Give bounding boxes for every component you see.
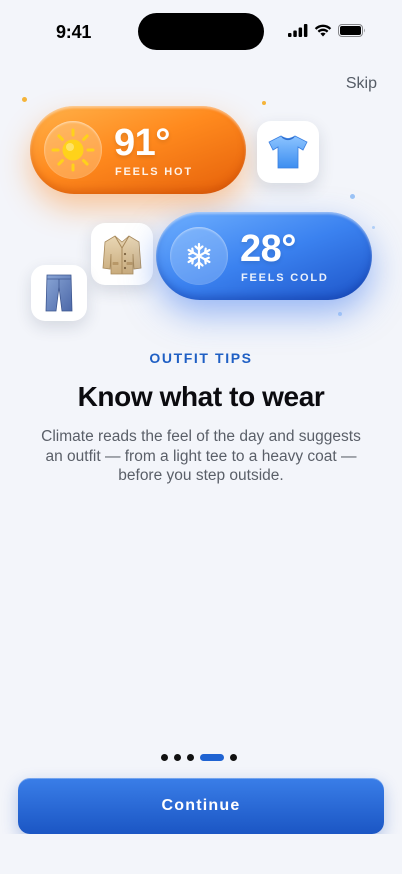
section-eyebrow: OUTFIT TIPS — [149, 350, 253, 366]
page-dot[interactable] — [161, 754, 168, 761]
page-dot[interactable] — [174, 754, 181, 761]
sparkle-decoration — [338, 312, 342, 316]
sparkle-decoration — [350, 194, 355, 199]
skip-button[interactable]: Skip — [346, 75, 377, 93]
dynamic-island — [138, 13, 264, 50]
cellular-signal-icon — [288, 24, 308, 37]
wifi-icon — [314, 24, 332, 37]
status-time: 9:41 — [56, 22, 92, 42]
snowflake-icon — [187, 242, 211, 270]
cold-temperature: 28° — [240, 228, 296, 270]
page-indicator — [161, 754, 237, 761]
sparkle-decoration — [22, 97, 27, 102]
cold-label: FEELS COLD — [241, 272, 329, 284]
t-shirt-icon — [268, 135, 308, 169]
feels-hot-card: 91° FEELS HOT — [30, 106, 246, 194]
coat-icon — [102, 235, 142, 275]
hot-temperature: 91° — [114, 122, 170, 164]
battery-icon — [338, 24, 365, 37]
page-dot[interactable] — [230, 754, 237, 761]
page-description: Climate reads the feel of the day and su… — [41, 428, 361, 484]
page-dot[interactable] — [187, 754, 194, 761]
sparkle-decoration — [262, 101, 266, 105]
sparkle-decoration — [372, 226, 375, 229]
page-dot-active[interactable] — [200, 754, 224, 761]
status-icons — [288, 24, 366, 37]
sun-badge — [44, 121, 102, 179]
status-bar: 9:41 — [0, 0, 402, 62]
hot-label: FEELS HOT — [115, 166, 193, 178]
feels-cold-card: 28° FEELS COLD — [156, 212, 372, 300]
jeans-icon — [45, 274, 73, 312]
continue-button[interactable]: Continue — [18, 778, 384, 834]
coat-tile — [91, 223, 153, 285]
jeans-tile — [31, 265, 87, 321]
t-shirt-tile — [257, 121, 319, 183]
bottom-safe-area — [0, 834, 402, 874]
page-title: Know what to wear — [77, 381, 325, 412]
snowflake-badge — [170, 227, 228, 285]
sun-icon — [51, 128, 95, 172]
